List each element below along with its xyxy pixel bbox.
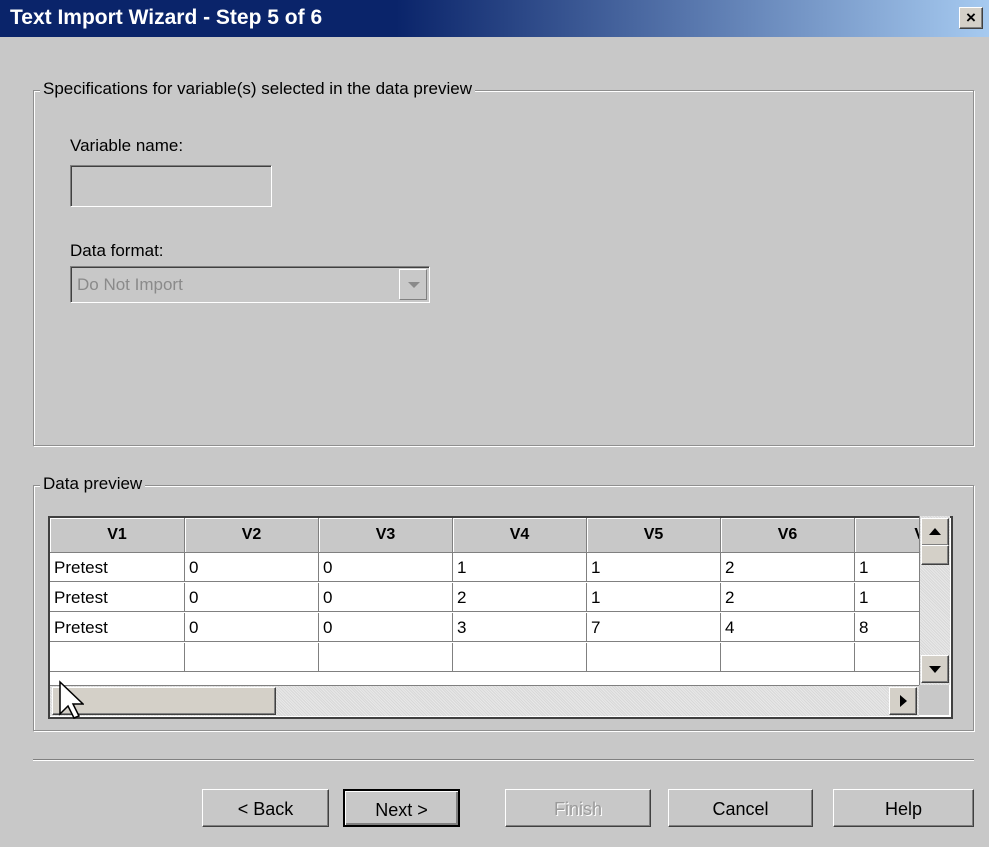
table-cell[interactable] — [453, 643, 587, 672]
table-cell[interactable]: 1 — [587, 553, 721, 582]
cancel-button[interactable]: Cancel — [668, 789, 813, 827]
table-cell[interactable]: 1 — [855, 583, 925, 612]
column-header[interactable]: V3 — [319, 518, 453, 553]
column-header[interactable]: V6 — [721, 518, 855, 553]
specifications-legend: Specifications for variable(s) selected … — [40, 79, 475, 99]
table-cell[interactable]: 1 — [587, 583, 721, 612]
chevron-down-icon[interactable] — [399, 269, 427, 300]
window-title: Text Import Wizard - Step 5 of 6 — [10, 6, 323, 29]
table-cell[interactable]: 3 — [453, 613, 587, 642]
scrollbar-corner — [919, 685, 949, 715]
table-cell[interactable]: Pretest — [50, 613, 185, 642]
vertical-scrollbar[interactable] — [919, 516, 950, 685]
table-cell[interactable] — [50, 643, 185, 672]
next-button[interactable]: Next > — [343, 789, 460, 827]
scroll-right-button[interactable] — [889, 687, 917, 715]
title-bar: Text Import Wizard - Step 5 of 6 × — [0, 0, 989, 37]
table-cell[interactable]: 0 — [185, 583, 319, 612]
table-cell[interactable]: 4 — [721, 613, 855, 642]
table-cell[interactable]: 2 — [453, 583, 587, 612]
table-cell[interactable]: 0 — [319, 583, 453, 612]
finish-button: Finish — [505, 789, 651, 827]
table-cell[interactable]: 2 — [721, 583, 855, 612]
table-cell[interactable]: 0 — [185, 553, 319, 582]
table-cell[interactable]: 1 — [453, 553, 587, 582]
table-cell[interactable] — [587, 643, 721, 672]
close-button[interactable]: × — [959, 7, 983, 29]
variable-name-field[interactable] — [70, 165, 272, 207]
table-cell[interactable] — [855, 643, 925, 672]
variable-name-label: Variable name: — [70, 136, 184, 155]
table-cell[interactable]: Pretest — [50, 553, 185, 582]
horizontal-scroll-thumb[interactable] — [52, 687, 276, 715]
arrow-down-icon — [929, 666, 941, 673]
arrow-right-icon — [900, 695, 907, 707]
table-cell[interactable]: 8 — [855, 613, 925, 642]
data-format-label: Data format: — [70, 241, 164, 260]
table-cell[interactable]: 0 — [319, 613, 453, 642]
table-cell[interactable]: 2 — [721, 553, 855, 582]
table-cell[interactable] — [185, 643, 319, 672]
mouse-cursor-icon — [59, 680, 84, 719]
table-cell[interactable]: 0 — [185, 613, 319, 642]
vertical-scroll-thumb[interactable] — [921, 545, 949, 565]
table-cell[interactable]: 7 — [587, 613, 721, 642]
column-header[interactable]: V4 — [453, 518, 587, 553]
separator — [33, 759, 974, 761]
table-cell[interactable] — [319, 643, 453, 672]
horizontal-scrollbar[interactable] — [50, 685, 919, 716]
scroll-down-button[interactable] — [921, 655, 949, 683]
arrow-up-icon — [929, 528, 941, 535]
table-cell[interactable]: Pretest — [50, 583, 185, 612]
column-header[interactable]: V2 — [185, 518, 319, 553]
data-format-value: Do Not Import — [77, 275, 183, 294]
scroll-up-button[interactable] — [921, 518, 949, 546]
table-cell[interactable]: 0 — [319, 553, 453, 582]
column-header[interactable]: V5 — [587, 518, 721, 553]
data-preview-legend: Data preview — [40, 474, 146, 494]
back-button[interactable]: < Back — [202, 789, 329, 827]
table-cell[interactable]: 1 — [855, 553, 925, 582]
data-format-select[interactable]: Do Not Import — [70, 266, 430, 303]
column-header[interactable]: V1 — [50, 518, 185, 553]
table-cell[interactable] — [721, 643, 855, 672]
help-button[interactable]: Help — [833, 789, 974, 827]
